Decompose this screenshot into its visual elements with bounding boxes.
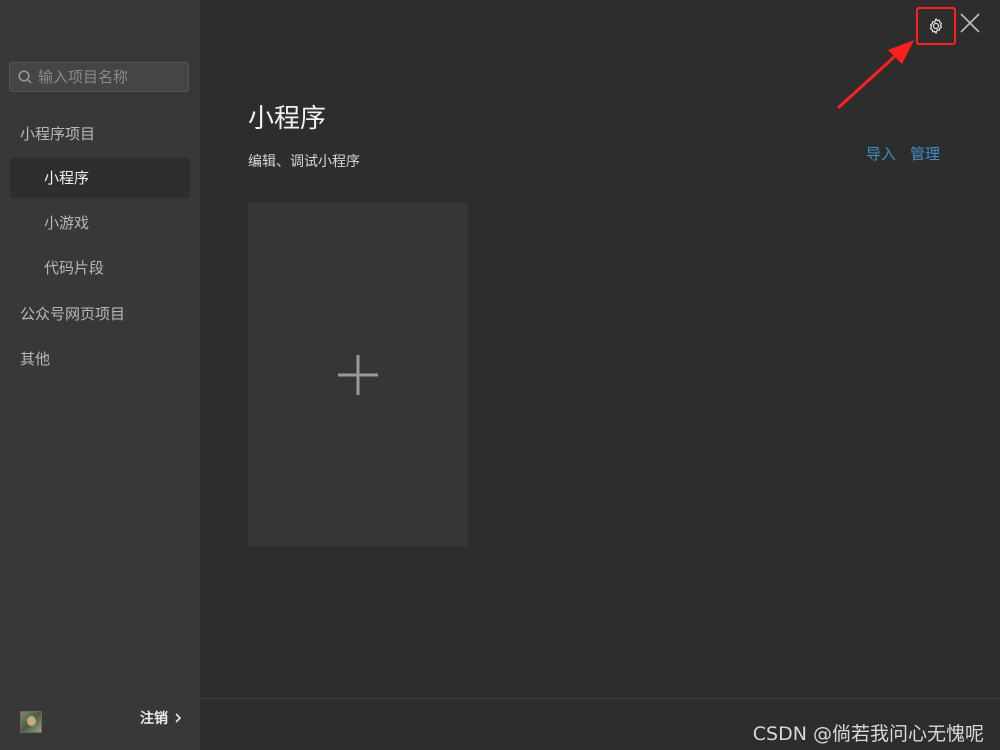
app-window: 小程序项目 小程序 小游戏 代码片段 公众号网页项目 其他 注销 [0, 0, 1000, 750]
sidebar-item-miniprogram[interactable]: 小程序 [10, 158, 190, 198]
sidebar-footer: 注销 [0, 698, 200, 750]
nav-group-miniprogram[interactable]: 小程序项目 [20, 123, 95, 144]
search-input[interactable] [38, 68, 178, 86]
close-icon [960, 13, 980, 33]
manage-link[interactable]: 管理 [910, 143, 940, 164]
annotation-arrow [836, 40, 914, 110]
logout-button[interactable]: 注销 [140, 708, 182, 728]
nav-group-other[interactable]: 其他 [20, 348, 50, 369]
sidebar-item-minigame[interactable]: 小游戏 [10, 203, 190, 243]
settings-button[interactable] [916, 7, 956, 45]
avatar-face [27, 716, 36, 726]
close-button[interactable] [958, 11, 982, 35]
import-link[interactable]: 导入 [866, 143, 896, 164]
new-project-card[interactable] [248, 203, 468, 547]
chevron-right-icon [174, 713, 182, 723]
page-title: 小程序 [248, 104, 327, 134]
main-panel: 小程序 编辑、调试小程序 导入 管理 CSDN @倘若我问心无愧呢 [200, 0, 1000, 750]
logout-label: 注销 [140, 711, 168, 727]
sidebar: 小程序项目 小程序 小游戏 代码片段 公众号网页项目 其他 注销 [0, 0, 200, 750]
header-actions: 导入 管理 [866, 143, 940, 164]
plus-icon [336, 353, 380, 397]
search-icon [18, 70, 32, 84]
search-box[interactable] [9, 62, 189, 92]
avatar[interactable] [20, 711, 42, 733]
gear-icon [927, 17, 945, 35]
page-subtitle: 编辑、调试小程序 [248, 154, 360, 170]
watermark: CSDN @倘若我问心无愧呢 [752, 723, 984, 745]
bottom-bar: CSDN @倘若我问心无愧呢 [200, 698, 1000, 750]
nav-group-official-account-web[interactable]: 公众号网页项目 [20, 303, 125, 324]
sidebar-item-code-snippet[interactable]: 代码片段 [10, 248, 190, 288]
